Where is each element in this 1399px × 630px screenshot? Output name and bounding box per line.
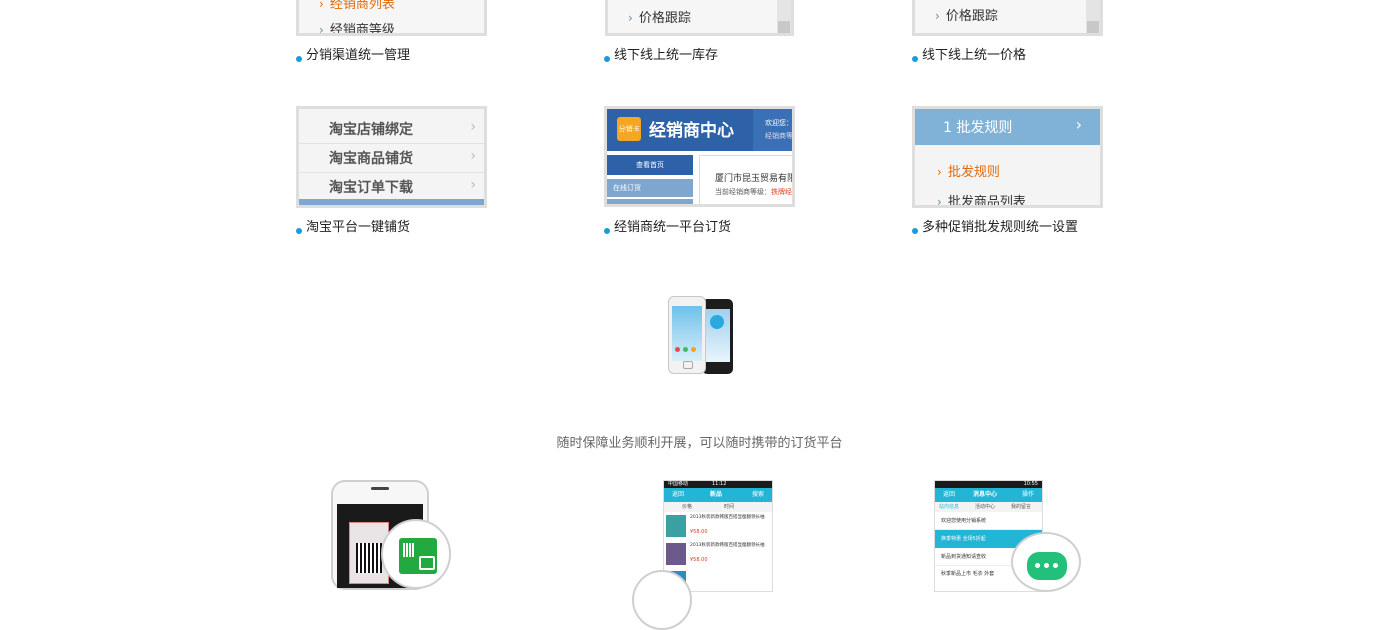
tab-activities[interactable]: 活动中心 <box>975 502 995 512</box>
wholesale-rule-item: 批发规则 <box>947 165 1000 180</box>
chevron-right-icon: › <box>937 195 942 208</box>
menu-item-price-tracking: 价格跟踪 <box>945 9 998 24</box>
scrollbar <box>1086 0 1100 33</box>
phones-illustration <box>666 296 736 376</box>
chevron-right-icon: › <box>937 165 942 179</box>
chevron-right-icon: › <box>319 0 324 11</box>
caption-channel: 分销渠道统一管理 <box>296 44 410 63</box>
caption-dealer: 经销商统一平台订货 <box>604 216 731 235</box>
bullet-dot <box>912 228 918 234</box>
caption-pricing: 线下线上统一价格 <box>912 44 1026 63</box>
message-item[interactable]: 欢迎您使用分销系统 <box>935 513 1042 530</box>
filter-price[interactable]: 价格 <box>682 502 692 512</box>
product-price: ¥58.00 <box>690 529 708 535</box>
level-value: 铁牌经销商 <box>771 188 792 196</box>
caption-taobao: 淘宝平台一键铺货 <box>296 216 410 235</box>
chevron-right-icon: › <box>628 11 633 25</box>
chevron-right-icon: › <box>1075 115 1082 134</box>
bullet-dot <box>604 228 610 234</box>
scan-barcode-icon <box>381 519 451 589</box>
back-button[interactable]: 返回 <box>672 488 684 502</box>
scrollbar <box>777 0 791 33</box>
caption-wholesale: 多种促销批发规则统一设置 <box>912 216 1078 235</box>
company-name: 厦门市昆玉贸易有限 <box>715 174 795 184</box>
level-text: 经销商等级 <box>765 132 793 140</box>
dealer-header: 分销·E 经销商中心 欢迎您： 经销商等级 <box>607 109 792 151</box>
dealer-logo-icon: 分销·E <box>617 117 641 141</box>
product-title: 2013秋装新款韩版百搭显瘦翻领长袖 <box>690 515 765 520</box>
status-carrier: 中国移动 <box>668 481 689 487</box>
screen-title: 新品 <box>710 491 723 498</box>
menu-item-dealer-list: 经销商列表 <box>329 0 395 12</box>
back-button[interactable]: 返回 <box>943 488 955 502</box>
wholesale-header: 1 批发规则 › <box>915 109 1100 145</box>
menu-item-price-tracking: 价格跟踪 <box>638 11 691 26</box>
welcome-text: 欢迎您： <box>765 119 793 127</box>
search-button[interactable]: 搜索 <box>752 488 764 502</box>
chevron-right-icon: › <box>470 148 476 164</box>
filter-time[interactable]: 时间 <box>724 502 734 512</box>
taobao-thumbnail: 淘宝店铺绑定 › 淘宝商品铺货 › 淘宝订单下载 › <box>296 106 487 208</box>
status-time: 10:55 <box>1023 481 1038 487</box>
sidebar-item-online-order[interactable]: 在线订货 <box>607 179 693 197</box>
screen-title: 消息中心 <box>973 491 998 498</box>
bullet-dot <box>296 56 302 62</box>
pricing-thumbnail: › 价格跟踪 <box>912 0 1103 36</box>
bullet-dot <box>604 56 610 62</box>
status-time: 11:12 <box>712 481 727 487</box>
taobao-bind-item: 淘宝店铺绑定 <box>329 122 413 138</box>
menu-item-dealer-level: 经销商等级 <box>329 23 395 36</box>
product-price: ¥58.00 <box>690 557 708 563</box>
wholesale-header-label: 1 批发规则 <box>943 120 1013 136</box>
chevron-right-icon: › <box>470 119 476 135</box>
decor-circle <box>632 570 692 630</box>
dealer-title: 经销商中心 <box>649 121 734 141</box>
taobao-goods-item: 淘宝商品铺货 <box>329 151 413 167</box>
dealer-center-thumbnail: 分销·E 经销商中心 欢迎您： 经销商等级 查看首页 在线订货 厦门市昆玉贸易有… <box>604 106 795 207</box>
channel-thumbnail: › 经销商列表 › 经销商等级 <box>296 0 487 36</box>
action-button[interactable]: 操作 <box>1022 488 1034 502</box>
taobao-orders-item: 淘宝订单下载 <box>329 180 413 196</box>
caption-inventory: 线下线上统一库存 <box>604 44 718 63</box>
chat-bubble-icon <box>1011 532 1081 592</box>
chevron-right-icon: › <box>470 177 476 193</box>
product-title: 2013秋装新款韩版百搭显瘦翻领长袖 <box>690 543 765 548</box>
wholesale-goods-item: 批发商品列表 <box>947 195 1026 208</box>
chevron-right-icon: › <box>319 23 324 36</box>
wholesale-thumbnail: 1 批发规则 › › 批发规则 › 批发商品列表 <box>912 106 1103 208</box>
level-label: 当前经销商等级： <box>715 188 771 196</box>
inventory-thumbnail: › 价格跟踪 <box>605 0 794 36</box>
tab-messages[interactable]: 我的留言 <box>1011 502 1031 512</box>
tab-inbox[interactable]: 站内信息 <box>939 502 959 512</box>
bullet-dot <box>912 56 918 62</box>
slogan: 随时保障业务顺利开展，可以随时携带的订货平台 <box>556 436 843 451</box>
chevron-right-icon: › <box>935 9 940 23</box>
bullet-dot <box>296 228 302 234</box>
sidebar-home[interactable]: 查看首页 <box>607 155 693 175</box>
